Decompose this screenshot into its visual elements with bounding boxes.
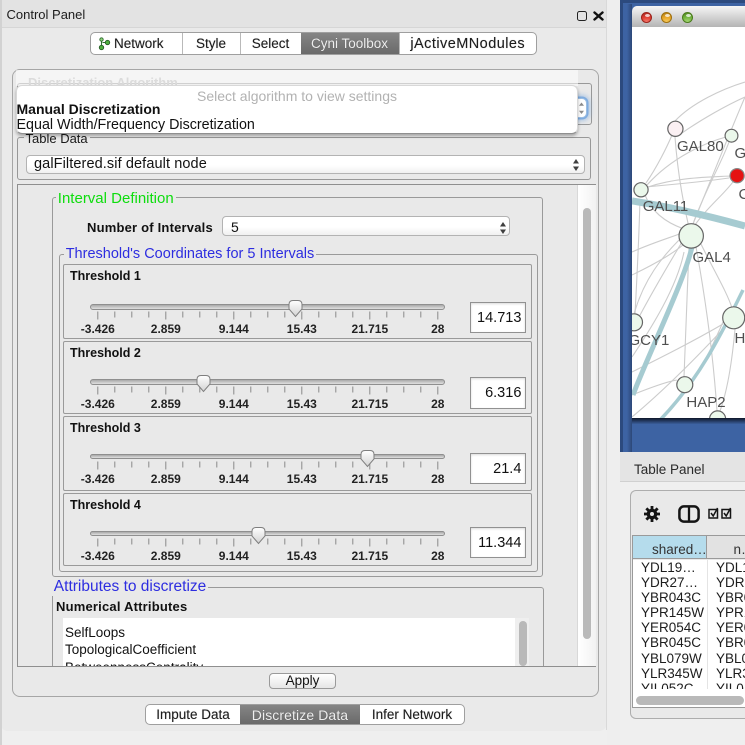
svg-text:GA: GA (735, 145, 745, 162)
svg-text:GAL80: GAL80 (677, 138, 724, 155)
svg-text:GCY1: GCY1 (632, 332, 669, 349)
svg-text:HA: HA (735, 330, 745, 347)
svg-text:HAP2: HAP2 (686, 394, 725, 411)
svg-text:GAL4: GAL4 (693, 249, 731, 266)
svg-text:C: C (739, 186, 745, 203)
svg-text:GAL11: GAL11 (643, 198, 689, 215)
